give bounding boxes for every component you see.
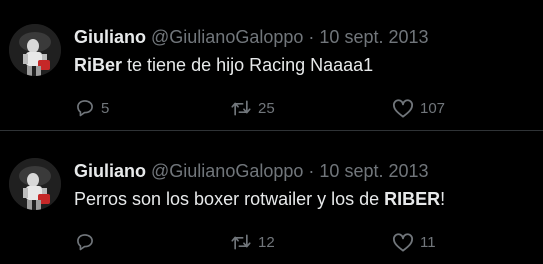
tweet-text: Perros son los boxer rotwailer y los de … (74, 187, 445, 211)
like-button[interactable]: 11 (392, 228, 436, 256)
tweet-text-rest: Perros son los boxer rotwailer y los de (74, 189, 385, 209)
author-name[interactable]: Giuliano (74, 27, 146, 47)
tweet-date[interactable]: 10 sept. 2013 (319, 27, 428, 47)
tweet-header: Giuliano @GiulianoGaloppo · 10 sept. 201… (74, 26, 429, 48)
tweet[interactable]: Giuliano @GiulianoGaloppo · 10 sept. 201… (0, 134, 543, 264)
retweet-count: 25 (258, 99, 275, 117)
tweet-text: RiBer te tiene de hijo Racing Naaaa1 (74, 53, 373, 77)
tweet-text-end: ! (440, 189, 446, 209)
separator-dot: · (308, 27, 315, 47)
retweet-button[interactable]: 12 (230, 228, 275, 256)
reply-button[interactable]: 5 (75, 94, 109, 122)
tweet-actions: 12 11 (0, 228, 543, 256)
reply-button[interactable] (75, 228, 101, 256)
tweet-text-rest: te tiene de hijo Racing Naaaa1 (122, 55, 374, 75)
tweet-date[interactable]: 10 sept. 2013 (319, 161, 428, 181)
retweet-button[interactable]: 25 (230, 94, 275, 122)
like-button[interactable]: 107 (392, 94, 445, 122)
avatar[interactable] (9, 158, 61, 210)
tweet-actions: 5 25 107 (0, 94, 543, 122)
separator-dot: · (308, 161, 315, 181)
tweet-header: Giuliano @GiulianoGaloppo · 10 sept. 201… (74, 160, 429, 182)
divider (0, 130, 543, 131)
reply-icon (75, 232, 95, 252)
reply-icon (75, 98, 95, 118)
like-icon (392, 98, 414, 118)
avatar[interactable] (9, 24, 61, 76)
reply-count: 5 (101, 99, 110, 117)
tweet-text-bold: RiBer (74, 55, 123, 75)
tweet[interactable]: Giuliano @GiulianoGaloppo · 10 sept. 201… (0, 0, 543, 130)
author-name[interactable]: Giuliano (74, 161, 146, 181)
tweet-text-bold: RIBER (384, 189, 441, 209)
author-handle[interactable]: @GiulianoGaloppo (151, 161, 303, 181)
like-count: 107 (420, 99, 446, 117)
like-icon (392, 232, 414, 252)
retweet-icon (230, 98, 252, 118)
like-count: 11 (420, 233, 436, 251)
author-handle[interactable]: @GiulianoGaloppo (151, 27, 303, 47)
retweet-icon (230, 232, 252, 252)
retweet-count: 12 (258, 233, 275, 251)
